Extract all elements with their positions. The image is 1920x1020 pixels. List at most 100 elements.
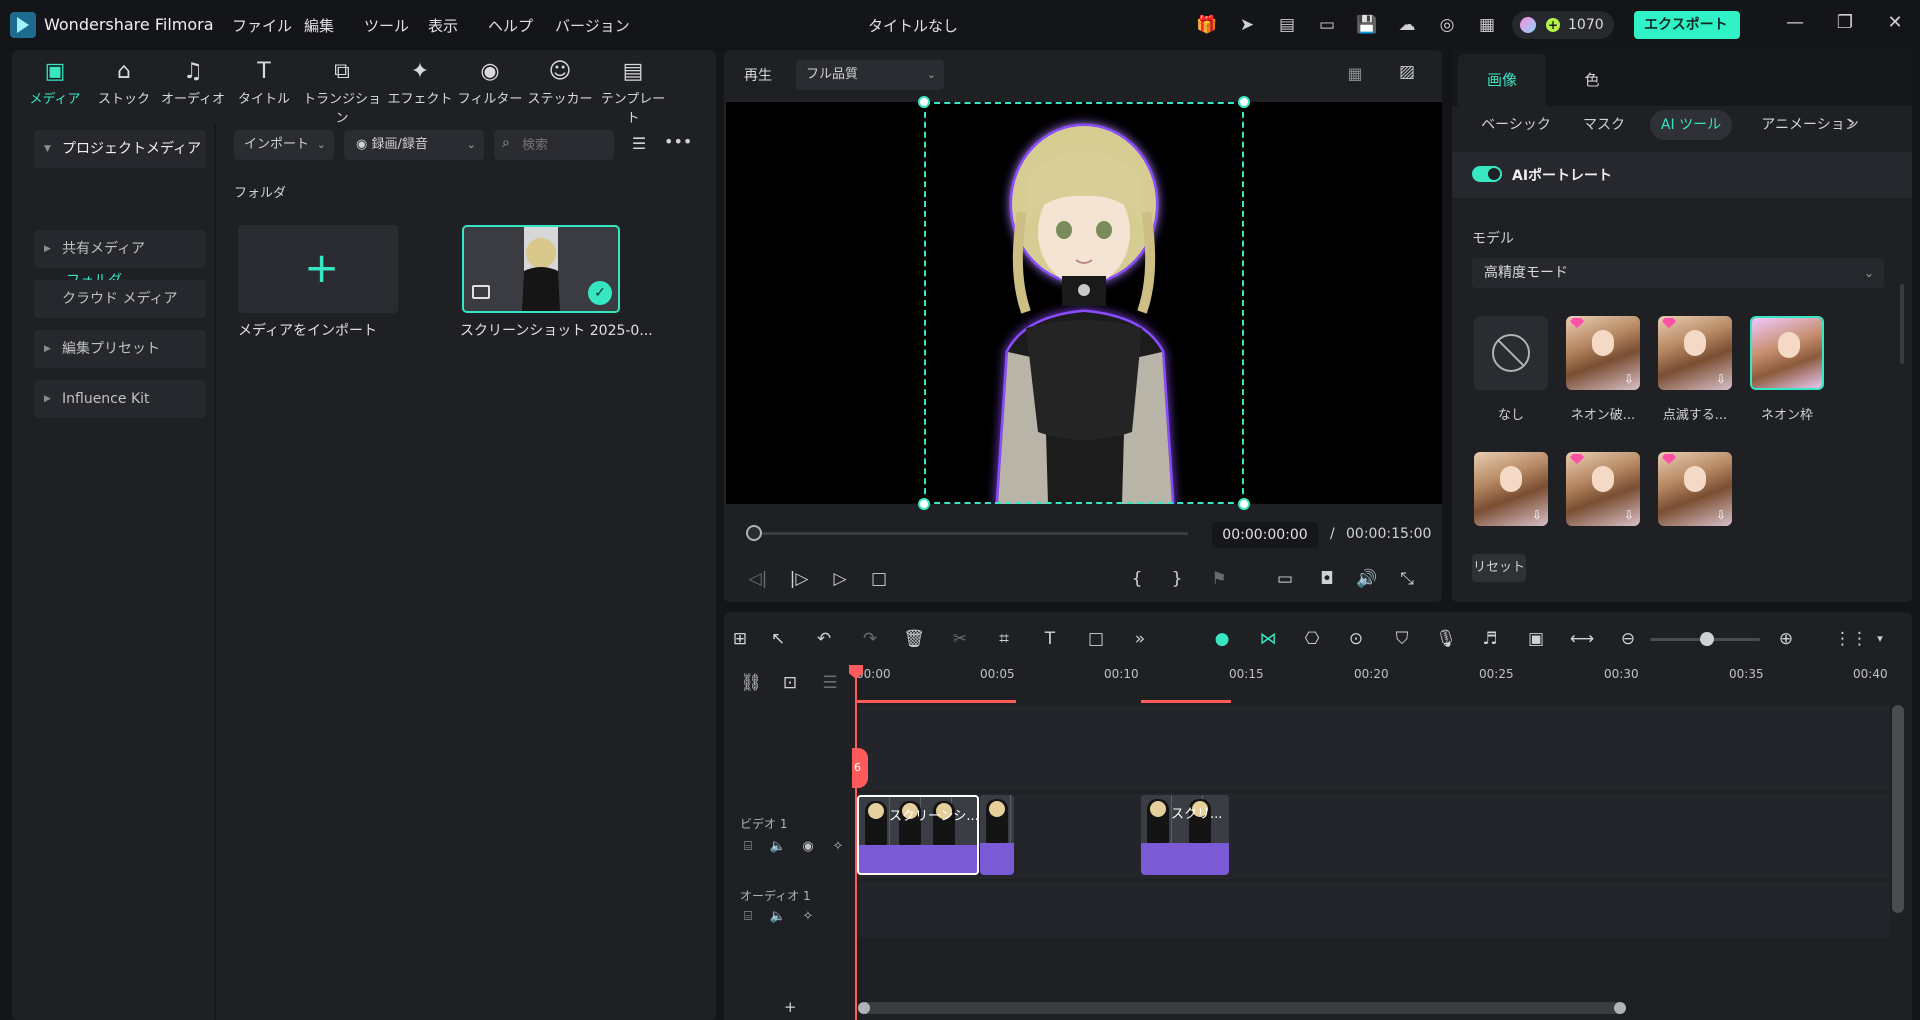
unlink-icon[interactable]: ⛓ (737, 670, 765, 696)
chevron-right-icon[interactable]: › (1848, 112, 1855, 133)
sidebar-item-influence-kit[interactable]: ▶ Influence Kit (34, 380, 206, 418)
eye-icon[interactable]: ◉ (798, 837, 818, 857)
audio-track[interactable] (856, 881, 1890, 937)
tab-audio[interactable]: ♫ オーディオ (158, 58, 228, 112)
search-input[interactable] (522, 134, 608, 156)
folder-icon[interactable]: ⌸ (738, 907, 758, 927)
tab-template[interactable]: ▤ テンプレート (598, 58, 668, 126)
effect-neon-frame[interactable] (1750, 316, 1824, 390)
credits-pill[interactable]: + 1070 (1512, 11, 1614, 39)
microphone-icon[interactable]: 🎙 (1432, 626, 1460, 652)
more-options-icon[interactable]: ••• (664, 132, 692, 154)
resize-handle[interactable] (1238, 498, 1250, 510)
prev-frame-icon[interactable]: ◁| (745, 566, 771, 592)
selection-box[interactable] (924, 102, 1244, 504)
tab-color[interactable]: 色 (1548, 54, 1636, 106)
tab-image[interactable]: 画像 (1458, 54, 1546, 106)
cloud-upload-icon[interactable]: ☁ (1396, 14, 1418, 36)
crop-icon[interactable]: ⌗ (990, 626, 1018, 652)
layout-grid-icon[interactable]: ⊞ (726, 626, 754, 652)
media-search[interactable]: ⌕ (494, 130, 614, 160)
ai-mate-icon[interactable]: ● (1208, 626, 1236, 652)
menu-file[interactable]: ファイル (232, 15, 292, 36)
import-media-tile[interactable]: + (238, 225, 398, 313)
minimize-icon[interactable]: — (1780, 12, 1810, 38)
panel-scrollbar[interactable] (1900, 284, 1904, 364)
grid-view-icon[interactable]: ▦ (1342, 64, 1368, 86)
model-dropdown[interactable]: 高精度モード ⌄ (1472, 258, 1884, 288)
effect-option[interactable]: ⇩ (1566, 452, 1640, 526)
record-dropdown[interactable]: ◉ 録画/録音 ⌄ (344, 130, 484, 160)
snap-icon[interactable]: ⋈ (1254, 626, 1282, 652)
save-icon[interactable]: 💾 (1356, 14, 1378, 36)
marker-flag-icon[interactable]: ⚑ (1206, 566, 1232, 592)
redo-icon[interactable]: ↷ (856, 626, 884, 652)
menu-version[interactable]: バージョン (555, 15, 630, 36)
restore-icon[interactable]: ❐ (1830, 12, 1860, 38)
zoom-knob[interactable] (1700, 632, 1714, 646)
mark-out-icon[interactable]: } (1164, 566, 1190, 592)
add-track-button[interactable]: + (784, 998, 797, 1016)
menu-tools[interactable]: ツール (364, 15, 409, 36)
timeline-vscroll[interactable] (1892, 705, 1904, 913)
media-clip-thumbnail[interactable]: ✓ (462, 225, 620, 313)
subtab-ai-tools[interactable]: AI ツール (1650, 110, 1732, 140)
video-clip[interactable] (980, 795, 1014, 875)
video-clip[interactable]: スクリーンシ... (857, 795, 979, 875)
subtab-basic[interactable]: ベーシック (1476, 110, 1556, 140)
subtab-mask[interactable]: マスク (1572, 110, 1636, 140)
more-tools-icon[interactable]: » (1126, 626, 1154, 652)
stop-icon[interactable]: □ (866, 566, 892, 592)
sidebar-item-shared-media[interactable]: ▶ 共有メディア (34, 230, 206, 268)
ai-portrait-toggle[interactable] (1472, 166, 1502, 182)
link-icon[interactable]: ⊡ (776, 670, 804, 696)
zoom-out-icon[interactable]: ⊖ (1614, 626, 1642, 652)
folder-icon[interactable]: ⌸ (738, 837, 758, 857)
render-icon[interactable]: ▣ (1522, 626, 1550, 652)
video-clip[interactable]: スクリ... (1141, 795, 1229, 875)
headset-icon[interactable]: ◎ (1436, 14, 1458, 36)
shape-icon[interactable]: □ (1082, 626, 1110, 652)
preview-scrubber[interactable] (752, 532, 1188, 535)
play-icon[interactable]: ▷ (827, 566, 853, 592)
step-forward-icon[interactable]: |▷ (786, 566, 812, 592)
playhead[interactable] (855, 665, 857, 1020)
resize-handle[interactable] (1238, 96, 1250, 108)
shield-icon[interactable]: ⛉ (1388, 626, 1416, 652)
fullscreen-icon[interactable]: ⤡ (1394, 566, 1420, 592)
magic-icon[interactable]: ✧ (828, 837, 848, 857)
hscroll-start-knob[interactable] (858, 1002, 870, 1014)
sidebar-item-cloud-media[interactable]: クラウド メディア (34, 280, 206, 318)
effect-none[interactable] (1474, 316, 1548, 390)
filter-sort-icon[interactable]: ☰ (626, 134, 652, 156)
export-button[interactable]: エクスポート ⌄ (1634, 11, 1740, 60)
tab-effect[interactable]: ✦ エフェクト (385, 58, 455, 112)
empty-track[interactable] (856, 705, 1890, 791)
import-dropdown[interactable]: インポート ⌄ (234, 130, 334, 160)
display-icon[interactable]: ▭ (1272, 566, 1298, 592)
fit-icon[interactable]: ⟷ (1568, 626, 1596, 652)
volume-icon[interactable]: 🔊 (1354, 566, 1380, 592)
chevron-down-icon[interactable]: ▾ (1866, 626, 1894, 652)
text-icon[interactable]: T (1036, 626, 1064, 652)
layout-icon[interactable]: ▭ (1316, 14, 1338, 36)
task-icon[interactable]: ▤ (1276, 14, 1298, 36)
camera-icon[interactable]: ◘ (1314, 566, 1340, 592)
mark-in-icon[interactable]: { (1124, 566, 1150, 592)
sidebar-item-project-media[interactable]: ▼ プロジェクトメディア (34, 130, 206, 168)
tab-title[interactable]: T タイトル (229, 58, 299, 112)
scrubber-knob[interactable] (746, 525, 762, 541)
gift-icon[interactable]: 🎁 (1196, 14, 1218, 36)
effect-blink[interactable]: ⇩ (1658, 316, 1732, 390)
tab-sticker[interactable]: ☺ ステッカー (525, 58, 595, 112)
tab-media[interactable]: ▣ メディア (20, 58, 90, 112)
scissors-icon[interactable]: ✂ (946, 626, 974, 652)
resize-handle[interactable] (918, 96, 930, 108)
current-time[interactable]: 00:00:00:00 (1212, 522, 1318, 548)
auto-edit-icon[interactable]: ⎔ (1298, 626, 1326, 652)
reset-button[interactable]: リセット (1472, 554, 1526, 582)
apps-grid-icon[interactable]: ▦ (1476, 14, 1498, 36)
effect-option[interactable]: ⇩ (1474, 452, 1548, 526)
menu-edit[interactable]: 編集 (304, 15, 334, 36)
track-options-icon[interactable]: ⋮⋮ (1834, 626, 1868, 652)
